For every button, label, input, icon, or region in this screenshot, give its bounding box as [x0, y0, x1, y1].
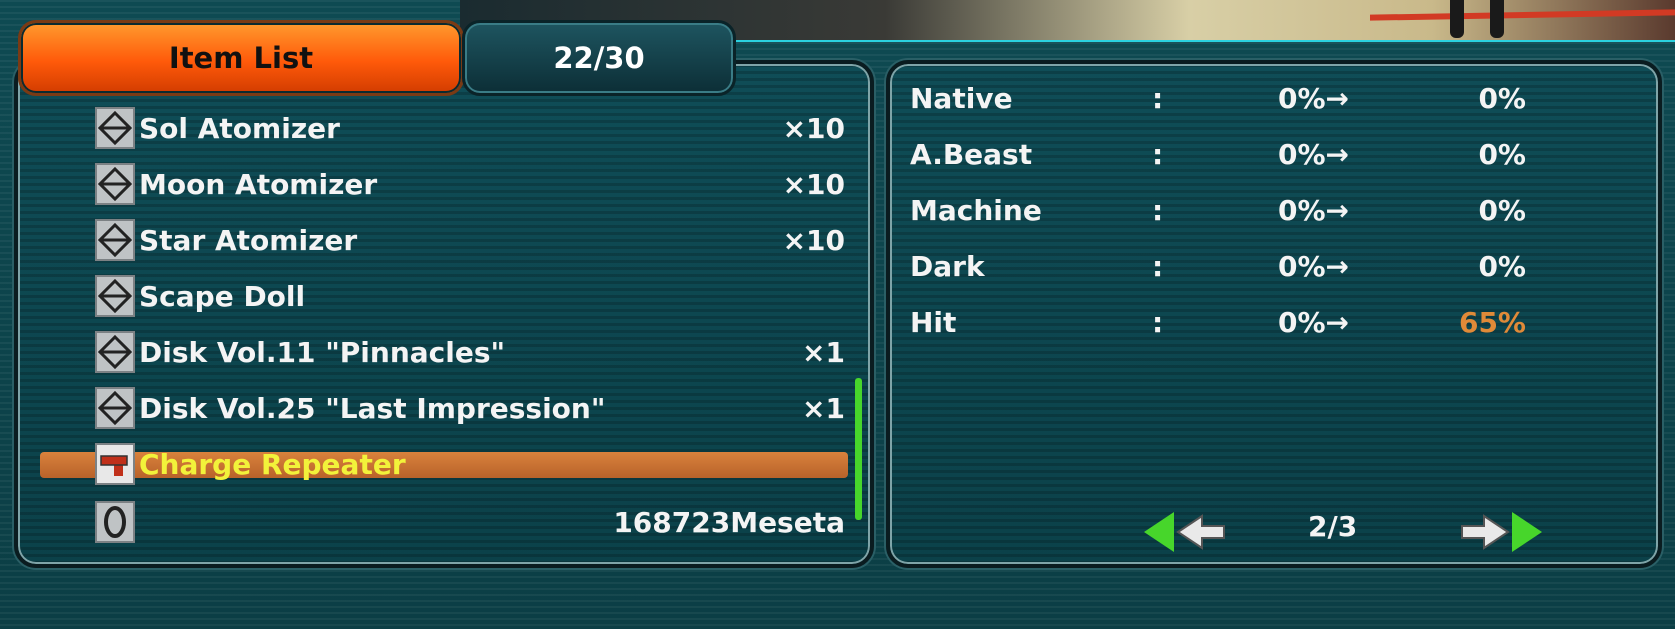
list-item[interactable]: Scape Doll: [95, 270, 855, 322]
tool-icon: [95, 331, 135, 373]
tool-icon: [95, 275, 135, 317]
stat-colon: :: [1152, 306, 1164, 339]
meseta-icon: [95, 501, 135, 543]
stat-label: Hit: [910, 306, 957, 339]
stat-colon: :: [1152, 250, 1164, 283]
stat-row: Machine : 0%→ 0%: [910, 194, 1530, 238]
tool-icon: [95, 107, 135, 149]
item-quantity: ×10: [782, 223, 845, 257]
tool-icon: [95, 387, 135, 429]
list-item[interactable]: Star Atomizer ×10: [95, 214, 855, 266]
item-name: Scape Doll: [139, 279, 306, 313]
stat-colon: :: [1152, 138, 1164, 171]
gun-icon: [95, 443, 135, 485]
list-item[interactable]: Disk Vol.11 "Pinnacles" ×1: [95, 326, 855, 378]
stat-row: Native : 0%→ 0%: [910, 82, 1530, 126]
stat-to-highlight: 65%: [1458, 306, 1526, 339]
list-item[interactable]: Disk Vol.25 "Last Impression" ×1: [95, 382, 855, 434]
stat-row: A.Beast : 0%→ 0%: [910, 138, 1530, 182]
arrow-left-icon: [1144, 512, 1225, 552]
stat-to: 0%: [1478, 250, 1526, 283]
stat-label: Machine: [910, 194, 1042, 227]
item-name: Charge Repeater: [139, 447, 406, 481]
tab-item-list[interactable]: Item List: [18, 20, 464, 96]
item-name: Sol Atomizer: [139, 111, 340, 145]
page-prev-button[interactable]: [1140, 508, 1240, 556]
stat-label: A.Beast: [910, 138, 1033, 171]
list-item[interactable]: Sol Atomizer ×10: [95, 102, 855, 154]
stat-to: 0%: [1478, 194, 1526, 227]
stat-from: 0%→: [1278, 194, 1349, 227]
arrow-right-icon: [1461, 512, 1542, 552]
stat-to: 0%: [1478, 82, 1526, 115]
inventory-count: 22/30: [462, 20, 736, 96]
list-item-selected[interactable]: Charge Repeater: [95, 438, 855, 490]
item-name: Star Atomizer: [139, 223, 358, 257]
list-item[interactable]: Moon Atomizer ×10: [95, 158, 855, 210]
stat-from: 0%→: [1278, 138, 1349, 171]
scrollbar[interactable]: [855, 378, 862, 520]
stat-label: Native: [910, 82, 1013, 115]
stat-row: Dark : 0%→ 0%: [910, 250, 1530, 294]
stat-from: 0%→: [1278, 82, 1349, 115]
tool-icon: [95, 219, 135, 261]
page-next-button[interactable]: [1446, 508, 1546, 556]
tool-icon: [95, 163, 135, 205]
stat-from: 0%→: [1278, 250, 1349, 283]
item-name: Disk Vol.25 "Last Impression": [139, 391, 606, 425]
item-quantity: ×10: [782, 111, 845, 145]
item-name: Disk Vol.11 "Pinnacles": [139, 335, 506, 369]
stat-row: Hit : 0%→ 65%: [910, 306, 1530, 350]
stat-label: Dark: [910, 250, 985, 283]
stat-colon: :: [1152, 82, 1164, 115]
page-indicator: 2/3: [1308, 510, 1358, 543]
stat-to: 0%: [1478, 138, 1526, 171]
background-character: [1450, 0, 1530, 40]
meseta-amount: 168723Meseta: [613, 505, 845, 539]
meseta-row: 168723Meseta: [95, 496, 855, 548]
stat-from: 0%→: [1278, 306, 1349, 339]
item-quantity: ×1: [802, 391, 845, 425]
item-name: Moon Atomizer: [139, 167, 378, 201]
item-quantity: ×10: [782, 167, 845, 201]
stat-colon: :: [1152, 194, 1164, 227]
item-quantity: ×1: [802, 335, 845, 369]
